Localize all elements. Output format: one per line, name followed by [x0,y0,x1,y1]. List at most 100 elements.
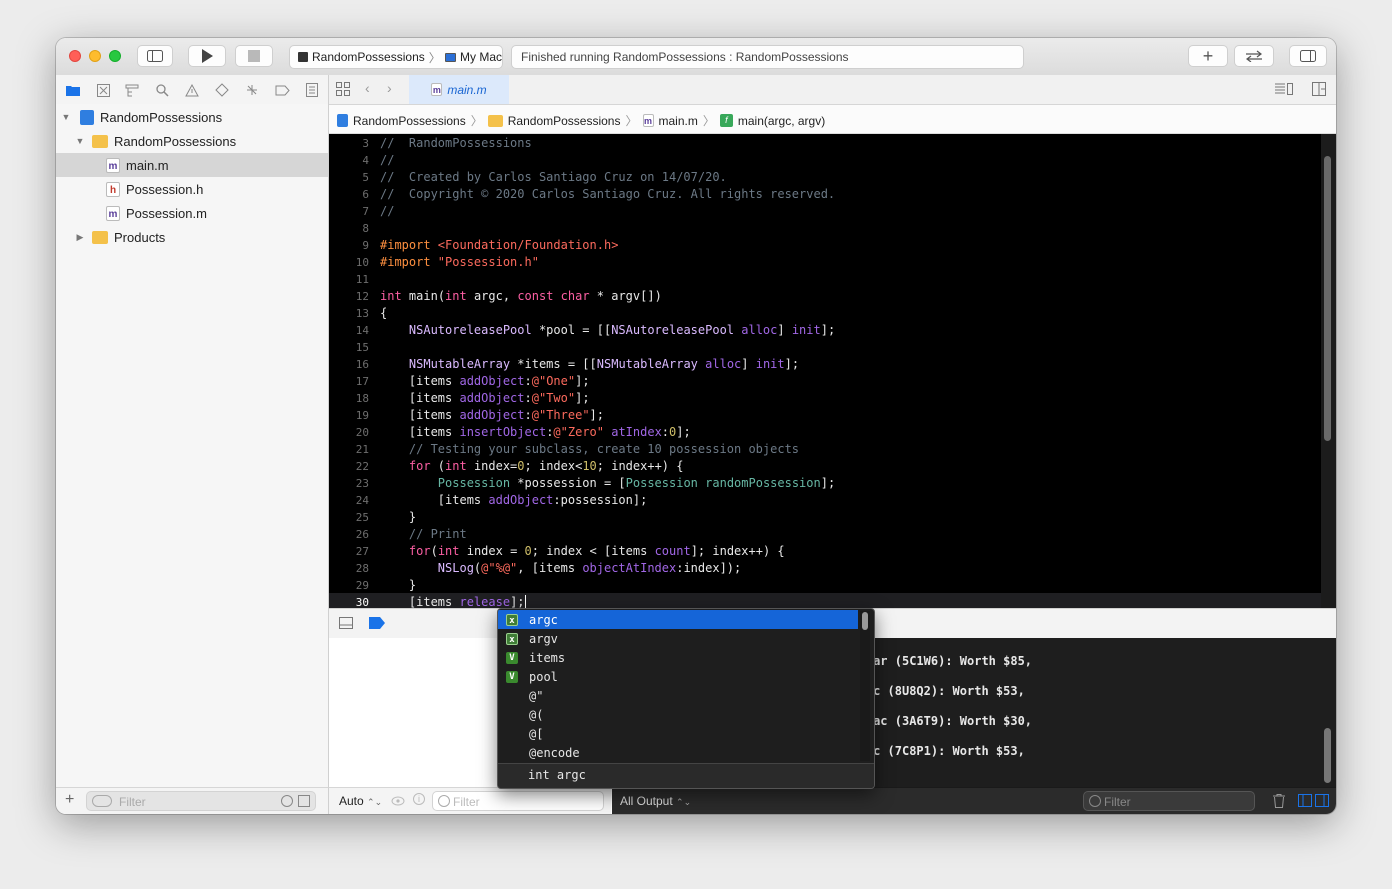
tab-main-m[interactable]: m main.m [409,75,509,104]
code-line[interactable]: } [380,510,416,524]
split-editor-icon[interactable] [1312,82,1326,96]
warning-icon[interactable] [184,82,200,98]
autocomplete-scrollbar[interactable] [860,611,870,761]
hide-debug-area-icon[interactable] [339,617,353,629]
code-line[interactable]: // Print [380,527,467,541]
tree-item-group[interactable]: ▶ Products [56,225,328,249]
output-scope-selector[interactable]: All Output ⌃⌄ [620,794,691,808]
report-icon[interactable] [304,82,320,98]
info-icon[interactable]: i [413,793,425,805]
autocomplete-item[interactable]: x argv [498,629,858,648]
editor-options-icon[interactable] [1275,83,1293,95]
code-line[interactable]: [items addObject:@"Two"]; [380,391,590,405]
code-token: : [524,374,532,388]
disclosure-right-icon[interactable]: ▶ [74,232,86,243]
zoom-window-button[interactable] [109,50,121,62]
code-line[interactable]: NSAutoreleasePool *pool = [[NSAutoreleas… [380,323,835,337]
autocomplete-item[interactable]: @( [498,705,858,724]
code-line[interactable]: [items addObject:@"Three"]; [380,408,604,422]
run-button[interactable] [188,45,226,67]
hierarchy-icon[interactable] [124,82,140,98]
navigator-filter-input[interactable]: Filter [86,791,316,811]
autocomplete-item[interactable]: x argc [498,610,858,629]
library-add-button[interactable]: + [1188,45,1228,67]
back-icon[interactable]: ‹ [365,80,370,96]
show-console-icon[interactable] [1315,794,1329,807]
breadcrumb-symbol[interactable]: main(argc, argv) [738,114,825,128]
code-line[interactable]: // [380,204,394,218]
source-control-filter-icon[interactable] [298,795,310,807]
tree-item-file[interactable]: m main.m [56,153,328,177]
breakpoint-icon[interactable] [274,82,290,98]
navigator-toggle-button[interactable] [137,45,173,67]
code-review-button[interactable] [1234,45,1274,67]
code-line[interactable]: NSLog(@"%@", [items objectAtIndex:index]… [380,561,741,575]
code-line[interactable]: int main(int argc, const char * argv[]) [380,289,662,303]
autocomplete-item[interactable]: @[ [498,724,858,743]
console-scrollbar-thumb[interactable] [1324,728,1331,783]
code-line[interactable]: NSMutableArray *items = [[NSMutableArray… [380,357,799,371]
breadcrumb-project[interactable]: RandomPossessions [353,114,466,128]
code-line[interactable]: // RandomPossessions [380,136,532,150]
code-token: ]; [575,374,590,388]
inspector-toggle-button[interactable] [1289,45,1327,67]
breadcrumb-file[interactable]: main.m [659,114,698,128]
stop-button[interactable] [235,45,273,67]
code-line[interactable]: for(int index = 0; index < [items count]… [380,544,785,558]
code-line[interactable]: // Copyright © 2020 Carlos Santiago Cruz… [380,187,835,201]
code-line[interactable]: #import "Possession.h" [380,255,539,269]
disclosure-down-icon[interactable]: ▼ [60,112,72,122]
code-line[interactable]: // Testing your subclass, create 10 poss… [380,442,799,456]
breakpoints-toggle-icon[interactable] [369,617,385,629]
code-token: insertObject [459,425,547,439]
code-line[interactable]: #import <Foundation/Foundation.h> [380,238,618,252]
code-line[interactable]: // [380,153,394,167]
autocomplete-item[interactable]: @encode [498,743,858,762]
code-line[interactable]: [items addObject:possession]; [380,493,648,507]
autocomplete-popup[interactable]: int argc x argc x argv Vitems Vpool @" @(@[@enc… [497,608,875,789]
tree-item-project[interactable]: ▼ RandomPossessions [56,105,328,129]
recent-files-icon[interactable] [281,795,293,807]
tree-item-file[interactable]: m Possession.m [56,201,328,225]
code-line[interactable]: [items addObject:@"One"]; [380,374,590,388]
editor-scrollbar-thumb[interactable] [1324,156,1331,441]
code-token: alloc [741,323,778,337]
folder-icon[interactable] [65,82,81,98]
tree-item-group[interactable]: ▼ RandomPossessions [56,129,328,153]
breadcrumb-group[interactable]: RandomPossessions [508,114,621,128]
code-line[interactable]: } [380,578,416,592]
test-icon[interactable] [214,82,230,98]
code-line[interactable]: Possession *possession = [Possession ran… [380,476,835,490]
variables-filter-input[interactable]: Filter [432,791,604,811]
console-filter-input[interactable]: Filter [1083,791,1255,811]
code-line[interactable]: [items release]; [380,595,526,608]
code-line[interactable]: [items insertObject:@"Zero" atIndex:0]; [380,425,691,439]
code-token: [items [380,391,460,405]
autocomplete-item[interactable]: Vitems [498,648,858,667]
debug-icon[interactable] [244,82,260,98]
scheme-selector[interactable]: RandomPossessions 〉 My Mac [289,45,503,69]
tree-item-file[interactable]: h Possession.h [56,177,328,201]
code-line[interactable]: { [380,306,387,320]
autocomplete-scrollbar-thumb[interactable] [862,612,868,630]
code-token: *possession = [ [517,476,626,490]
trash-icon[interactable] [1273,794,1285,808]
minimize-window-button[interactable] [89,50,101,62]
line-number: 18 [355,392,369,405]
source-control-icon[interactable] [95,82,111,98]
autocomplete-item[interactable]: Vpool [498,667,858,686]
search-icon[interactable] [154,82,170,98]
related-items-icon[interactable] [336,82,350,96]
close-window-button[interactable] [69,50,81,62]
add-file-icon[interactable]: + [65,791,74,809]
eye-icon[interactable] [391,794,405,808]
show-variables-icon[interactable] [1298,794,1312,807]
autocomplete-item[interactable]: @" [498,686,858,705]
disclosure-down-icon[interactable]: ▼ [74,136,86,146]
variables-scope-selector[interactable]: Auto ⌃⌄ [339,794,382,808]
line-number: 25 [355,511,369,524]
code-editor[interactable]: 3 // RandomPossessions 4 // 5 // Created by C… [329,134,1321,608]
code-line[interactable]: // Created by Carlos Santiago Cruz on 14… [380,170,727,184]
code-line[interactable]: for (int index=0; index<10; index++) { [380,459,684,473]
forward-icon[interactable]: › [387,80,392,96]
